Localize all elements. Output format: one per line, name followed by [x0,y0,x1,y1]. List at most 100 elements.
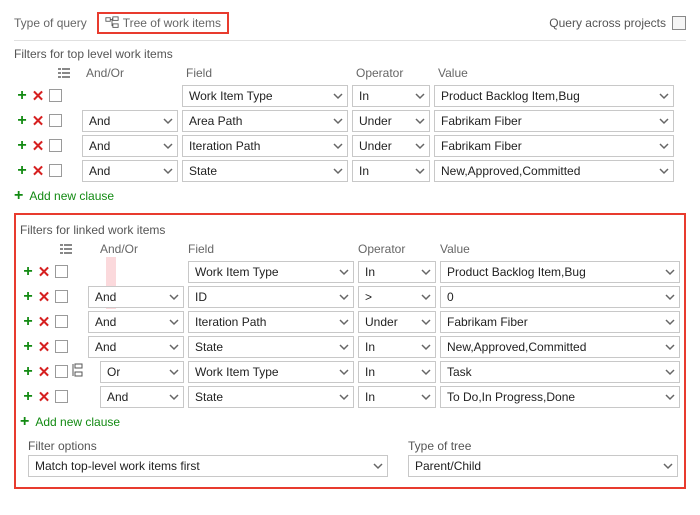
chevron-down-icon [665,267,675,277]
field-dropdown[interactable]: Iteration Path [188,311,354,333]
insert-clause-icon[interactable]: + [14,87,30,105]
value-dropdown[interactable]: Product Backlog Item,Bug [434,85,674,107]
chevron-down-icon [665,292,675,302]
operator-dropdown[interactable]: Under [352,110,430,132]
chevron-down-icon [339,342,349,352]
insert-clause-icon[interactable]: + [14,112,30,130]
value-dropdown[interactable]: Fabrikam Fiber [440,311,680,333]
remove-clause-icon[interactable]: ✕ [36,388,52,406]
query-type-tree[interactable]: Tree of work items [97,12,229,34]
value-dropdown-value: Fabrikam Fiber [441,139,522,153]
operator-dropdown[interactable]: In [358,261,436,283]
row-checkbox[interactable] [55,290,68,303]
insert-clause-icon[interactable]: + [20,338,36,356]
chevron-down-icon [169,317,179,327]
operator-dropdown[interactable]: In [352,160,430,182]
chevron-down-icon [333,166,343,176]
value-dropdown-value: Product Backlog Item,Bug [447,265,586,279]
row-checkbox[interactable] [55,365,68,378]
row-checkbox[interactable] [55,340,68,353]
remove-clause-icon[interactable]: ✕ [30,137,46,155]
andor-dropdown[interactable]: And [82,135,178,157]
field-dropdown-value: Work Item Type [189,89,273,103]
field-dropdown[interactable]: Area Path [182,110,348,132]
field-dropdown[interactable]: State [188,386,354,408]
add-top-clause[interactable]: + Add new clause [14,187,686,205]
value-dropdown[interactable]: Fabrikam Fiber [434,110,674,132]
field-dropdown[interactable]: State [188,336,354,358]
value-dropdown[interactable]: 0 [440,286,680,308]
col-andor: And/Or [96,242,184,256]
remove-clause-icon[interactable]: ✕ [30,87,46,105]
insert-clause-icon[interactable]: + [20,388,36,406]
add-top-clause-label: Add new clause [29,189,114,203]
operator-dropdown[interactable]: In [358,361,436,383]
chevron-down-icon [333,91,343,101]
row-checkbox[interactable] [49,89,62,102]
chevron-down-icon [163,116,173,126]
remove-clause-icon[interactable]: ✕ [36,288,52,306]
insert-clause-icon[interactable]: + [20,363,36,381]
field-dropdown-value: Iteration Path [189,139,260,153]
field-dropdown[interactable]: Iteration Path [182,135,348,157]
add-linked-clause-label: Add new clause [35,415,120,429]
andor-dropdown[interactable]: And [88,286,184,308]
col-operator: Operator [352,66,434,80]
operator-dropdown[interactable]: Under [358,311,436,333]
operator-dropdown-value: In [359,89,369,103]
value-dropdown[interactable]: Task [440,361,680,383]
remove-clause-icon[interactable]: ✕ [30,112,46,130]
value-dropdown[interactable]: Product Backlog Item,Bug [440,261,680,283]
andor-dropdown[interactable]: Or [100,361,184,383]
operator-dropdown[interactable]: > [358,286,436,308]
field-dropdown[interactable]: Work Item Type [188,361,354,383]
clause-row: + ✕ And Area Path Under Fabrikam Fiber [14,108,686,133]
query-across-projects-checkbox[interactable] [672,16,686,30]
add-linked-clause[interactable]: + Add new clause [20,413,680,431]
filter-options-dropdown[interactable]: Match top-level work items first [28,455,388,477]
operator-dropdown[interactable]: Under [352,135,430,157]
andor-dropdown[interactable]: And [100,386,184,408]
andor-dropdown[interactable]: And [82,160,178,182]
operator-dropdown[interactable]: In [358,336,436,358]
tree-type-dropdown[interactable]: Parent/Child [408,455,678,477]
group-clause-icon[interactable] [70,363,88,380]
andor-dropdown[interactable]: And [88,336,184,358]
andor-dropdown-value: And [89,164,110,178]
field-dropdown[interactable]: ID [188,286,354,308]
row-checkbox[interactable] [49,139,62,152]
insert-clause-icon[interactable]: + [14,162,30,180]
value-dropdown[interactable]: Fabrikam Fiber [434,135,674,157]
value-dropdown[interactable]: New,Approved,Committed [440,336,680,358]
insert-clause-icon[interactable]: + [20,288,36,306]
chevron-down-icon [163,166,173,176]
remove-clause-icon[interactable]: ✕ [30,162,46,180]
andor-dropdown[interactable]: And [82,110,178,132]
row-checkbox[interactable] [49,114,62,127]
row-checkbox[interactable] [55,315,68,328]
row-checkbox[interactable] [49,164,62,177]
andor-dropdown[interactable]: And [88,311,184,333]
remove-clause-icon[interactable]: ✕ [36,338,52,356]
andor-dropdown-value: And [89,139,110,153]
remove-clause-icon[interactable]: ✕ [36,363,52,381]
insert-clause-icon[interactable]: + [20,313,36,331]
remove-clause-icon[interactable]: ✕ [36,263,52,281]
chevron-down-icon [421,267,431,277]
row-checkbox[interactable] [55,390,68,403]
operator-dropdown-value: In [365,365,375,379]
row-checkbox[interactable] [55,265,68,278]
operator-dropdown[interactable]: In [352,85,430,107]
query-type-tree-label: Tree of work items [123,16,221,30]
value-dropdown[interactable]: New,Approved,Committed [434,160,674,182]
operator-dropdown[interactable]: In [358,386,436,408]
remove-clause-icon[interactable]: ✕ [36,313,52,331]
field-dropdown[interactable]: Work Item Type [188,261,354,283]
field-dropdown[interactable]: Work Item Type [182,85,348,107]
insert-clause-icon[interactable]: + [20,263,36,281]
insert-clause-icon[interactable]: + [14,137,30,155]
field-dropdown[interactable]: State [182,160,348,182]
chevron-down-icon [415,166,425,176]
value-dropdown-value: 0 [447,290,454,304]
value-dropdown[interactable]: To Do,In Progress,Done [440,386,680,408]
